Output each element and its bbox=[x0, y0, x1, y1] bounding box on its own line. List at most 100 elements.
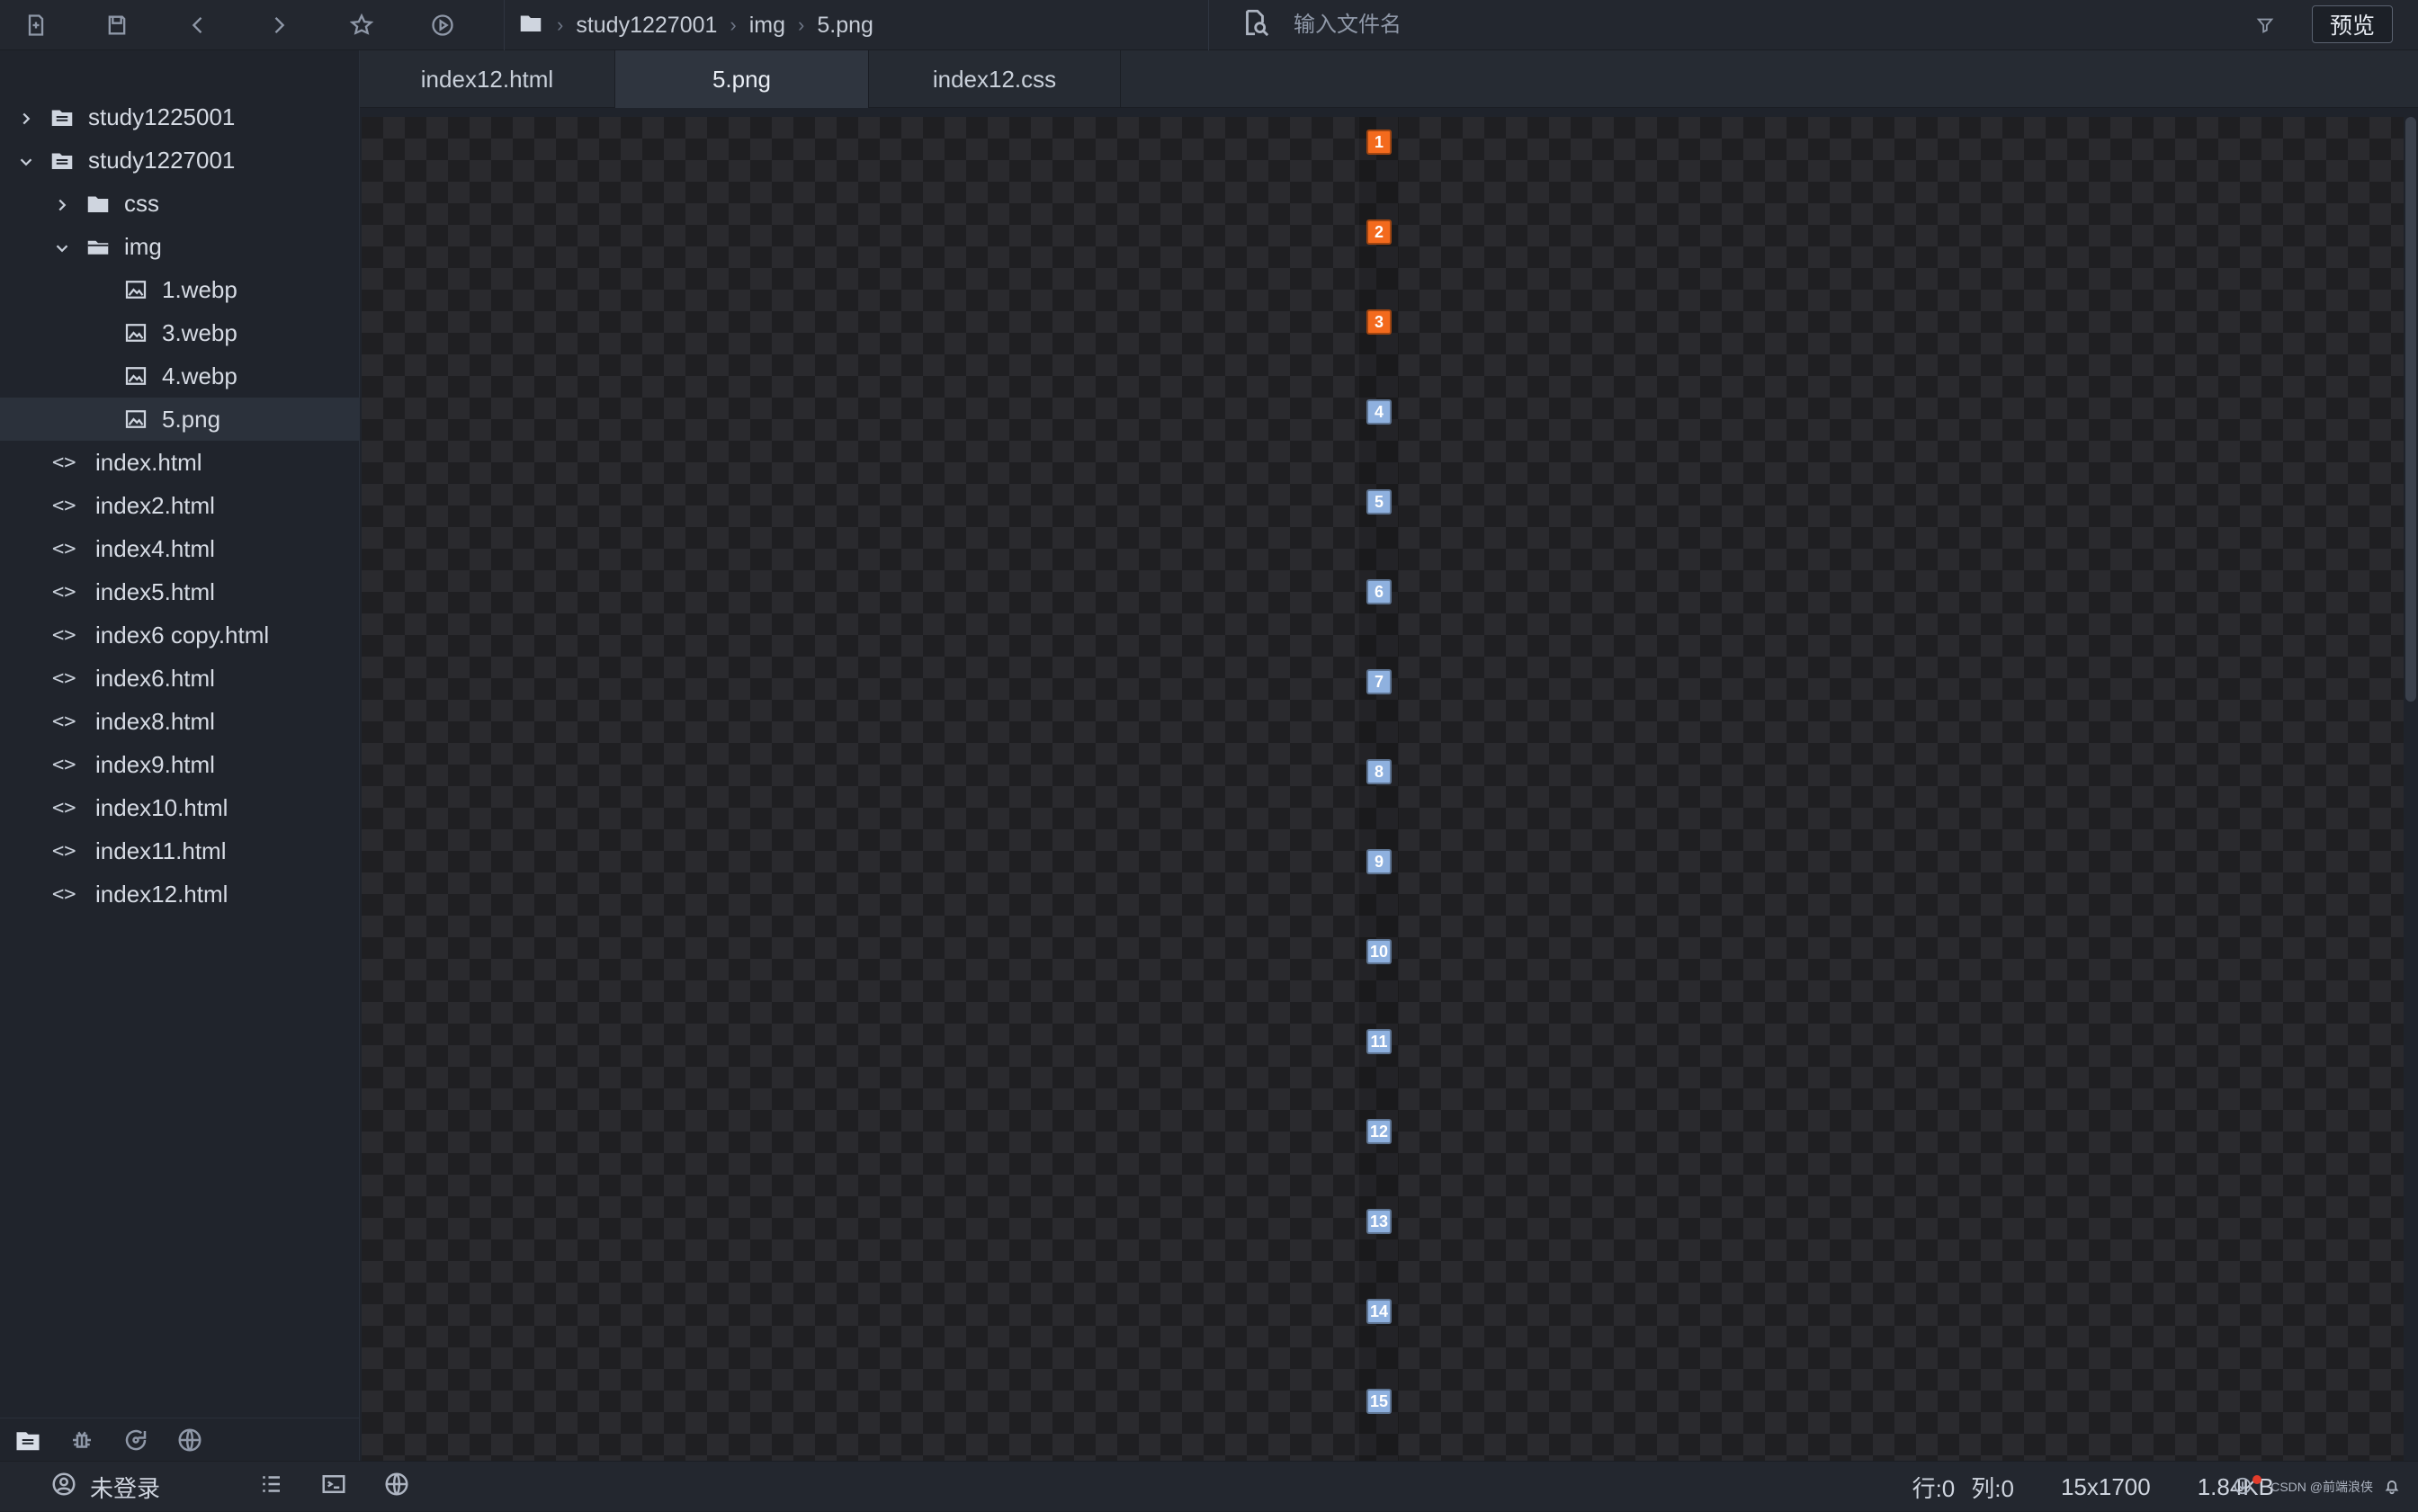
html-file-icon: <> bbox=[52, 667, 76, 690]
tree-row-html-file[interactable]: <> index12.html bbox=[0, 872, 360, 916]
search-icon bbox=[1240, 7, 1270, 44]
tree-item-label: index6.html bbox=[95, 664, 215, 692]
filter-icon[interactable] bbox=[2251, 11, 2279, 40]
breadcrumb: › study1227001 › img › 5.png bbox=[504, 0, 1209, 50]
status-icons bbox=[257, 1462, 410, 1512]
sprite-number: 2 bbox=[1374, 222, 1384, 241]
tree-row-file-selected[interactable]: 5.png bbox=[0, 398, 360, 441]
breadcrumb-separator: › bbox=[557, 13, 564, 36]
sprite-badge-13: 13 bbox=[1366, 1209, 1392, 1234]
sprite-number: 13 bbox=[1369, 1212, 1389, 1230]
browser-icon[interactable] bbox=[175, 1425, 205, 1455]
star-icon[interactable] bbox=[344, 7, 380, 43]
tree-row-html-file[interactable]: <> index6.html bbox=[0, 657, 360, 700]
tree-row-html-file[interactable]: <> index10.html bbox=[0, 786, 360, 829]
sprite-number: 11 bbox=[1370, 1032, 1388, 1051]
sprite-badge-8: 8 bbox=[1366, 759, 1392, 784]
tree-item-label: index4.html bbox=[95, 534, 215, 562]
user-icon bbox=[50, 1471, 77, 1504]
sprite-badge-10: 10 bbox=[1366, 939, 1392, 964]
file-search-input[interactable] bbox=[1292, 6, 2105, 44]
tree-item-label: index9.html bbox=[95, 750, 215, 778]
sprite-number: 1 bbox=[1374, 132, 1384, 151]
files-panel-icon[interactable] bbox=[13, 1425, 43, 1455]
notification-dot bbox=[2252, 1475, 2262, 1484]
sprite-badge-9: 9 bbox=[1366, 849, 1392, 874]
tree-row-project[interactable]: study1225001 bbox=[0, 95, 360, 139]
tree-row-html-file[interactable]: <> index4.html bbox=[0, 527, 360, 570]
html-file-icon: <> bbox=[52, 623, 76, 647]
terminal-icon[interactable] bbox=[320, 1471, 347, 1504]
watermark-text: CSDN @前端浪侠 bbox=[2270, 1480, 2373, 1494]
tree-row-html-file[interactable]: <> index6 copy.html bbox=[0, 613, 360, 657]
tree-row-folder-css[interactable]: css bbox=[0, 182, 360, 225]
html-file-icon: <> bbox=[52, 796, 76, 819]
vertical-scrollbar[interactable] bbox=[2405, 117, 2416, 702]
breadcrumb-item-file[interactable]: 5.png bbox=[817, 13, 873, 39]
html-file-icon: <> bbox=[52, 710, 76, 733]
sprite-badge-14: 14 bbox=[1366, 1299, 1392, 1324]
run-icon[interactable] bbox=[425, 7, 461, 43]
tree-item-label: 4.webp bbox=[162, 362, 237, 389]
tree-row-folder-img[interactable]: img bbox=[0, 225, 360, 268]
tree-item-label: study1227001 bbox=[88, 146, 236, 174]
cursor-position: 行:0 列:0 bbox=[1912, 1471, 2014, 1504]
breadcrumb-item-folder[interactable]: img bbox=[749, 13, 785, 39]
tab-label: 5.png bbox=[712, 65, 772, 93]
download-icon[interactable] bbox=[2233, 1476, 2252, 1499]
account-status[interactable]: 未登录 bbox=[50, 1462, 160, 1512]
sprite-badge-12: 12 bbox=[1366, 1119, 1392, 1144]
tree-row-file[interactable]: 4.webp bbox=[0, 354, 360, 398]
tree-item-label: index2.html bbox=[95, 491, 215, 519]
chevron-down-icon[interactable] bbox=[16, 150, 36, 170]
tree-item-label: index12.html bbox=[95, 880, 228, 908]
tree-item-label: index6 copy.html bbox=[95, 621, 270, 649]
html-file-icon: <> bbox=[52, 537, 76, 560]
git-icon[interactable] bbox=[121, 1425, 151, 1455]
tree-row-html-file[interactable]: <> index5.html bbox=[0, 570, 360, 613]
forward-icon[interactable] bbox=[261, 7, 297, 43]
back-icon[interactable] bbox=[180, 7, 216, 43]
tree-row-project[interactable]: study1227001 bbox=[0, 139, 360, 182]
project-folder-icon bbox=[49, 147, 76, 174]
web-preview-icon[interactable] bbox=[383, 1471, 410, 1504]
tab-index12-html[interactable]: index12.html bbox=[360, 50, 615, 108]
tree-item-label: img bbox=[124, 232, 162, 260]
tree-item-label: index5.html bbox=[95, 577, 215, 605]
tree-row-html-file[interactable]: <> index2.html bbox=[0, 484, 360, 527]
new-file-icon[interactable] bbox=[18, 7, 54, 43]
sprite-badge-6: 6 bbox=[1366, 579, 1392, 604]
tree-item-label: css bbox=[124, 189, 159, 217]
tree-row-html-file[interactable]: <> index.html bbox=[0, 441, 360, 484]
debug-icon[interactable] bbox=[67, 1425, 97, 1455]
sprite-number: 5 bbox=[1374, 492, 1384, 511]
tree-row-html-file[interactable]: <> index8.html bbox=[0, 700, 360, 743]
sprite-badge-5: 5 bbox=[1366, 489, 1392, 514]
status-far-right: CSDN @前端浪侠 bbox=[2233, 1471, 2402, 1503]
sprite-number: 6 bbox=[1374, 582, 1384, 601]
chevron-right-icon[interactable] bbox=[16, 107, 36, 127]
sprite-number: 7 bbox=[1374, 672, 1384, 691]
chevron-right-icon[interactable] bbox=[52, 193, 72, 213]
outline-icon[interactable] bbox=[257, 1471, 284, 1504]
chevron-down-icon[interactable] bbox=[52, 237, 72, 256]
breadcrumb-item-project[interactable]: study1227001 bbox=[576, 13, 717, 39]
tree-row-file[interactable]: 3.webp bbox=[0, 311, 360, 354]
sprite-badge-15: 15 bbox=[1366, 1389, 1392, 1414]
tree-row-html-file[interactable]: <> index9.html bbox=[0, 743, 360, 786]
tab-5-png[interactable]: 5.png bbox=[615, 50, 869, 108]
tree-row-html-file[interactable]: <> index11.html bbox=[0, 829, 360, 872]
tree-row-file[interactable]: 1.webp bbox=[0, 268, 360, 311]
tab-index12-css[interactable]: index12.css bbox=[869, 50, 1121, 108]
sprite-image-column: 1 2 3 4 5 6 7 8 9 10 11 12 13 14 15 bbox=[1358, 117, 1400, 1461]
preview-button[interactable]: 预览 bbox=[2312, 5, 2393, 43]
html-file-icon: <> bbox=[52, 839, 76, 863]
folder-icon bbox=[85, 190, 112, 217]
breadcrumb-separator: › bbox=[798, 13, 805, 36]
save-icon[interactable] bbox=[99, 7, 135, 43]
line-indicator: 行:0 bbox=[1912, 1474, 1956, 1502]
login-status-text: 未登录 bbox=[90, 1474, 161, 1502]
bell-icon[interactable] bbox=[2382, 1476, 2402, 1499]
file-search bbox=[1231, 0, 2256, 50]
sprite-number: 15 bbox=[1369, 1391, 1389, 1410]
